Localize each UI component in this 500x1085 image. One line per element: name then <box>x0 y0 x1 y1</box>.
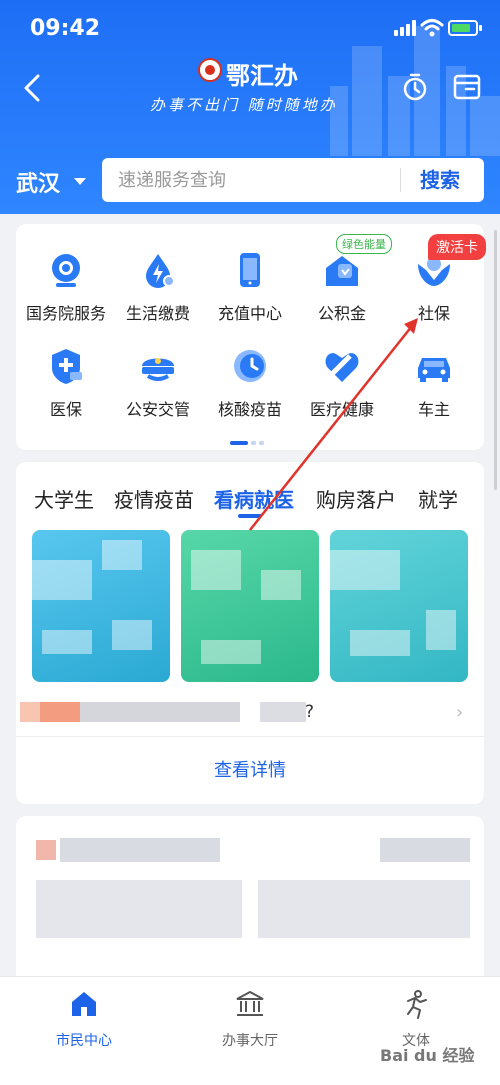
service-label: 生活缴费 <box>125 304 190 323</box>
blurred-content <box>380 838 470 862</box>
tab-citizen-center[interactable]: 市民中心 <box>24 988 144 1050</box>
service-state-council[interactable]: 国务院服务 <box>20 250 112 324</box>
service-car-owner[interactable]: 车主 <box>388 346 480 420</box>
battery-icon <box>448 20 478 36</box>
tab-schooling[interactable]: 就学 <box>418 484 458 513</box>
service-label: 公积金 <box>317 304 366 323</box>
tab-label: 市民中心 <box>56 1033 112 1049</box>
service-banner[interactable] <box>181 530 319 682</box>
service-healthcare[interactable]: 医疗健康 <box>296 346 388 420</box>
app-title: 鄂汇办 <box>226 61 298 90</box>
tab-label: 办事大厅 <box>222 1033 278 1049</box>
service-banner[interactable] <box>32 530 170 682</box>
page-dot-active <box>230 440 248 445</box>
service-label: 充值中心 <box>217 304 282 323</box>
news-item[interactable] <box>36 880 242 938</box>
service-label: 核酸疫苗 <box>217 400 282 419</box>
blurred-content <box>60 838 220 862</box>
blurred-content <box>36 840 56 860</box>
healthcare-icon <box>325 353 359 382</box>
utility-payment-icon <box>146 254 175 288</box>
chevron-right-icon[interactable]: › <box>456 702 463 723</box>
tab-housing-hukou[interactable]: 购房落户 <box>316 484 396 513</box>
timer-icon[interactable] <box>400 72 430 102</box>
city-selector[interactable]: 武汉 <box>16 166 60 198</box>
running-person-icon <box>407 990 427 1019</box>
app-slogan: 办事不出门 随时随地办 <box>150 96 338 114</box>
service-medical-insurance[interactable]: 医保 <box>20 346 112 420</box>
tab-college[interactable]: 大学生 <box>34 484 94 513</box>
service-label: 车主 <box>417 400 450 419</box>
active-tab-indicator <box>238 514 262 518</box>
divider <box>16 736 484 737</box>
green-energy-badge: 绿色能量 <box>336 234 392 254</box>
service-label: 国务院服务 <box>25 304 106 323</box>
service-phone-recharge[interactable]: 充值中心 <box>204 250 296 324</box>
caret-down-icon[interactable] <box>74 178 86 185</box>
state-council-icon <box>52 254 80 287</box>
medical-insurance-icon <box>52 349 82 384</box>
page-indicator <box>230 432 267 451</box>
search-bar: 搜索 <box>102 158 484 202</box>
tab-epidemic-vaccine[interactable]: 疫情疫苗 <box>114 484 194 513</box>
search-divider <box>400 168 401 192</box>
page-dot <box>251 440 256 445</box>
notice-row[interactable] <box>20 700 470 724</box>
app-logo-icon <box>198 58 222 82</box>
service-housing-fund[interactable]: 公积金 <box>296 250 388 324</box>
skyline-building <box>352 46 382 156</box>
service-label: 医疗健康 <box>309 400 374 419</box>
service-police-traffic[interactable]: 公安交管 <box>112 346 204 420</box>
tab-medical-care[interactable]: 看病就医 <box>214 484 294 513</box>
watermark: Bai du 经验 <box>380 1046 475 1065</box>
service-utility-payment[interactable]: 生活缴费 <box>112 250 204 324</box>
service-label: 社保 <box>417 304 450 323</box>
service-banner[interactable] <box>330 530 468 682</box>
battery-cap <box>479 25 482 31</box>
service-label: 公安交管 <box>125 400 190 419</box>
skyline-building <box>470 96 500 156</box>
police-cap-icon <box>142 358 174 381</box>
search-input[interactable] <box>118 158 388 202</box>
scrollbar[interactable] <box>494 230 497 490</box>
government-hall-icon <box>236 990 264 1016</box>
tab-culture-sports[interactable]: 文体 <box>356 988 476 1050</box>
view-details-link[interactable]: 查看详情 <box>0 756 500 782</box>
phone-recharge-icon <box>240 253 260 287</box>
home-icon <box>72 992 96 1016</box>
nucleic-vaccine-icon <box>234 350 266 382</box>
service-label: 医保 <box>49 400 82 419</box>
cellular-signal-icon <box>394 20 418 36</box>
status-time: 09:42 <box>30 16 101 41</box>
back-icon[interactable] <box>22 70 42 106</box>
card-wallet-icon[interactable] <box>452 72 482 102</box>
tab-service-hall[interactable]: 办事大厅 <box>190 988 310 1050</box>
news-item[interactable] <box>258 880 470 938</box>
housing-fund-icon <box>326 256 358 286</box>
activate-card-badge[interactable]: 激活卡 <box>428 234 486 260</box>
service-nucleic-vaccine[interactable]: 核酸疫苗 <box>204 346 296 420</box>
wifi-icon <box>420 19 444 37</box>
service-social-security[interactable]: 社保 <box>388 250 480 324</box>
notice-text: ? <box>305 702 315 722</box>
car-icon <box>418 358 450 382</box>
page-dot <box>259 440 264 445</box>
search-button[interactable]: 搜索 <box>420 158 460 202</box>
